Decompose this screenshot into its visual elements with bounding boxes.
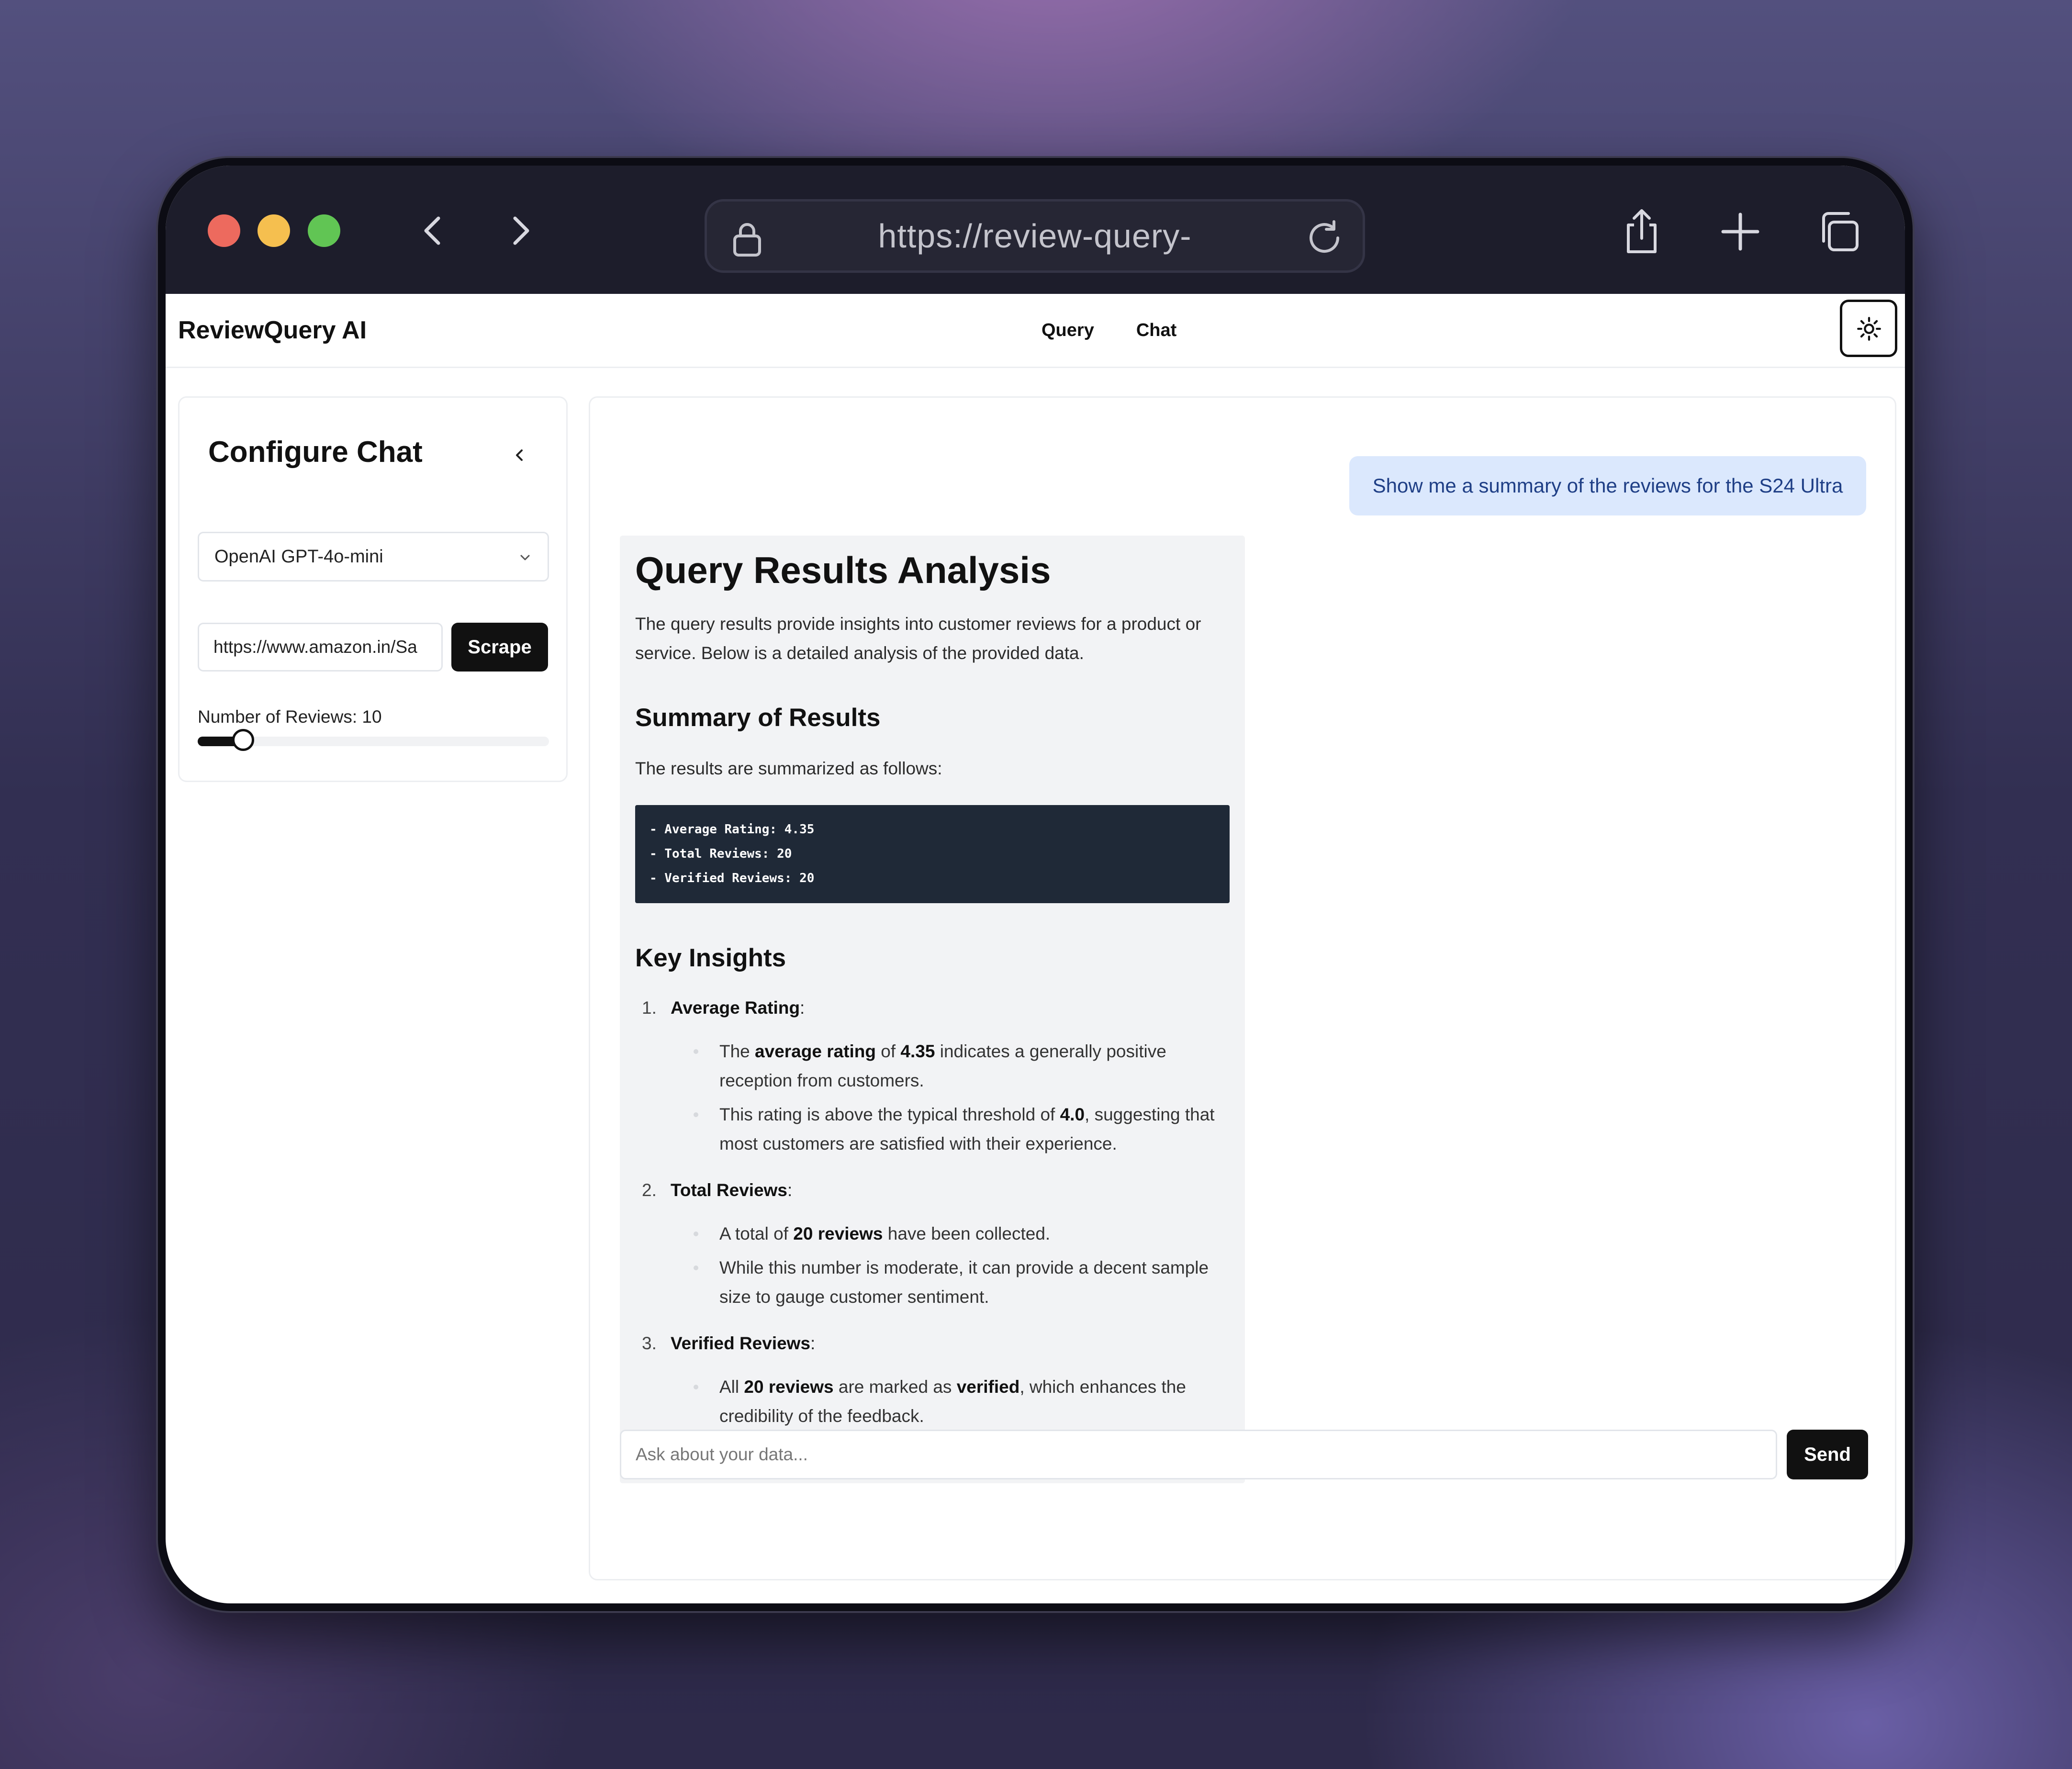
- summary-text: The results are summarized as follows:: [635, 759, 942, 779]
- share-icon[interactable]: [1618, 208, 1666, 256]
- forward-arrow-icon[interactable]: [501, 212, 539, 250]
- model-select[interactable]: OpenAI GPT-4o-mini: [198, 532, 549, 582]
- insight-item: 3. Verified Reviews:: [635, 1329, 1230, 1358]
- insight-number: 1.: [642, 998, 657, 1018]
- insight-number: 3.: [642, 1333, 657, 1354]
- summary-code-block: - Average Rating: 4.35 - Total Reviews: …: [635, 805, 1230, 904]
- nav-query[interactable]: Query: [1042, 320, 1094, 340]
- sun-icon: [1857, 317, 1881, 341]
- back-arrow-icon[interactable]: [414, 212, 453, 250]
- nav-chat[interactable]: Chat: [1136, 320, 1176, 340]
- panel-title: Configure Chat: [208, 436, 423, 469]
- reviews-slider-thumb[interactable]: [232, 729, 255, 751]
- insight-bullet: A total of 20 reviews have been collecte…: [635, 1219, 1230, 1248]
- browser-toolbar: https://review-query-: [166, 166, 1905, 294]
- insight-item: 1. Average Rating:: [635, 993, 1230, 1022]
- response-title: Query Results Analysis: [635, 549, 1051, 591]
- insight-bullet: The average rating of 4.35 indicates a g…: [635, 1037, 1230, 1095]
- model-select-value: OpenAI GPT-4o-mini: [214, 547, 383, 567]
- reload-icon[interactable]: [1304, 218, 1344, 258]
- device-frame: https://review-query- ReviewQuery AI Que…: [158, 158, 1913, 1611]
- new-tab-icon[interactable]: [1716, 208, 1764, 256]
- reviews-slider[interactable]: [198, 729, 549, 751]
- chevron-down-icon: [520, 555, 530, 560]
- chat-panel: Show me a summary of the reviews for the…: [589, 396, 1896, 1580]
- product-url-input[interactable]: https://www.amazon.in/Sa: [198, 623, 443, 672]
- code-line: - Average Rating: 4.35: [650, 822, 815, 837]
- insight-title: Average Rating: [671, 998, 800, 1018]
- chevron-left-icon[interactable]: [510, 446, 529, 465]
- lock-icon: [733, 223, 761, 257]
- product-url-value: https://www.amazon.in/Sa: [213, 637, 417, 657]
- scrape-button[interactable]: Scrape: [451, 623, 548, 672]
- insight-bullet: While this number is moderate, it can pr…: [635, 1253, 1230, 1311]
- minimize-window-button[interactable]: [258, 214, 290, 247]
- configure-chat-panel: Configure Chat OpenAI GPT-4o-mini https:…: [178, 396, 568, 782]
- close-window-button[interactable]: [208, 214, 240, 247]
- insight-bullet: All 20 reviews are marked as verified, w…: [635, 1372, 1230, 1431]
- main-nav: Query Chat: [1042, 294, 1219, 367]
- url-text[interactable]: https://review-query-: [774, 202, 1296, 270]
- browser-window: https://review-query- ReviewQuery AI Que…: [166, 166, 1905, 1603]
- code-line: - Verified Reviews: 20: [650, 871, 815, 886]
- insights-list: 1. Average Rating: The average rating of 4…: [635, 993, 1230, 1465]
- insights-heading: Key Insights: [635, 944, 786, 973]
- insight-item: 2. Total Reviews:: [635, 1176, 1230, 1205]
- summary-heading: Summary of Results: [635, 703, 881, 732]
- code-line: - Total Reviews: 20: [650, 847, 792, 862]
- insight-title: Verified Reviews: [671, 1333, 811, 1354]
- app-brand[interactable]: ReviewQuery AI: [178, 294, 367, 367]
- theme-toggle-button[interactable]: [1840, 300, 1897, 357]
- address-bar[interactable]: https://review-query-: [705, 199, 1365, 273]
- send-button[interactable]: Send: [1787, 1430, 1868, 1479]
- chat-input[interactable]: [620, 1430, 1777, 1479]
- insight-bullet: This rating is above the typical thresho…: [635, 1100, 1230, 1158]
- user-message: Show me a summary of the reviews for the…: [1349, 456, 1866, 515]
- response-intro: The query results provide insights into …: [635, 614, 1201, 663]
- app-header: ReviewQuery AI Query Chat: [166, 294, 1905, 368]
- maximize-window-button[interactable]: [308, 214, 340, 247]
- tabs-overview-icon[interactable]: [1815, 208, 1863, 256]
- insight-number: 2.: [642, 1180, 657, 1200]
- reviews-count-label: Number of Reviews: 10: [198, 707, 382, 727]
- assistant-response: Query Results Analysis The query results…: [620, 536, 1245, 1483]
- insight-title: Total Reviews: [671, 1180, 788, 1200]
